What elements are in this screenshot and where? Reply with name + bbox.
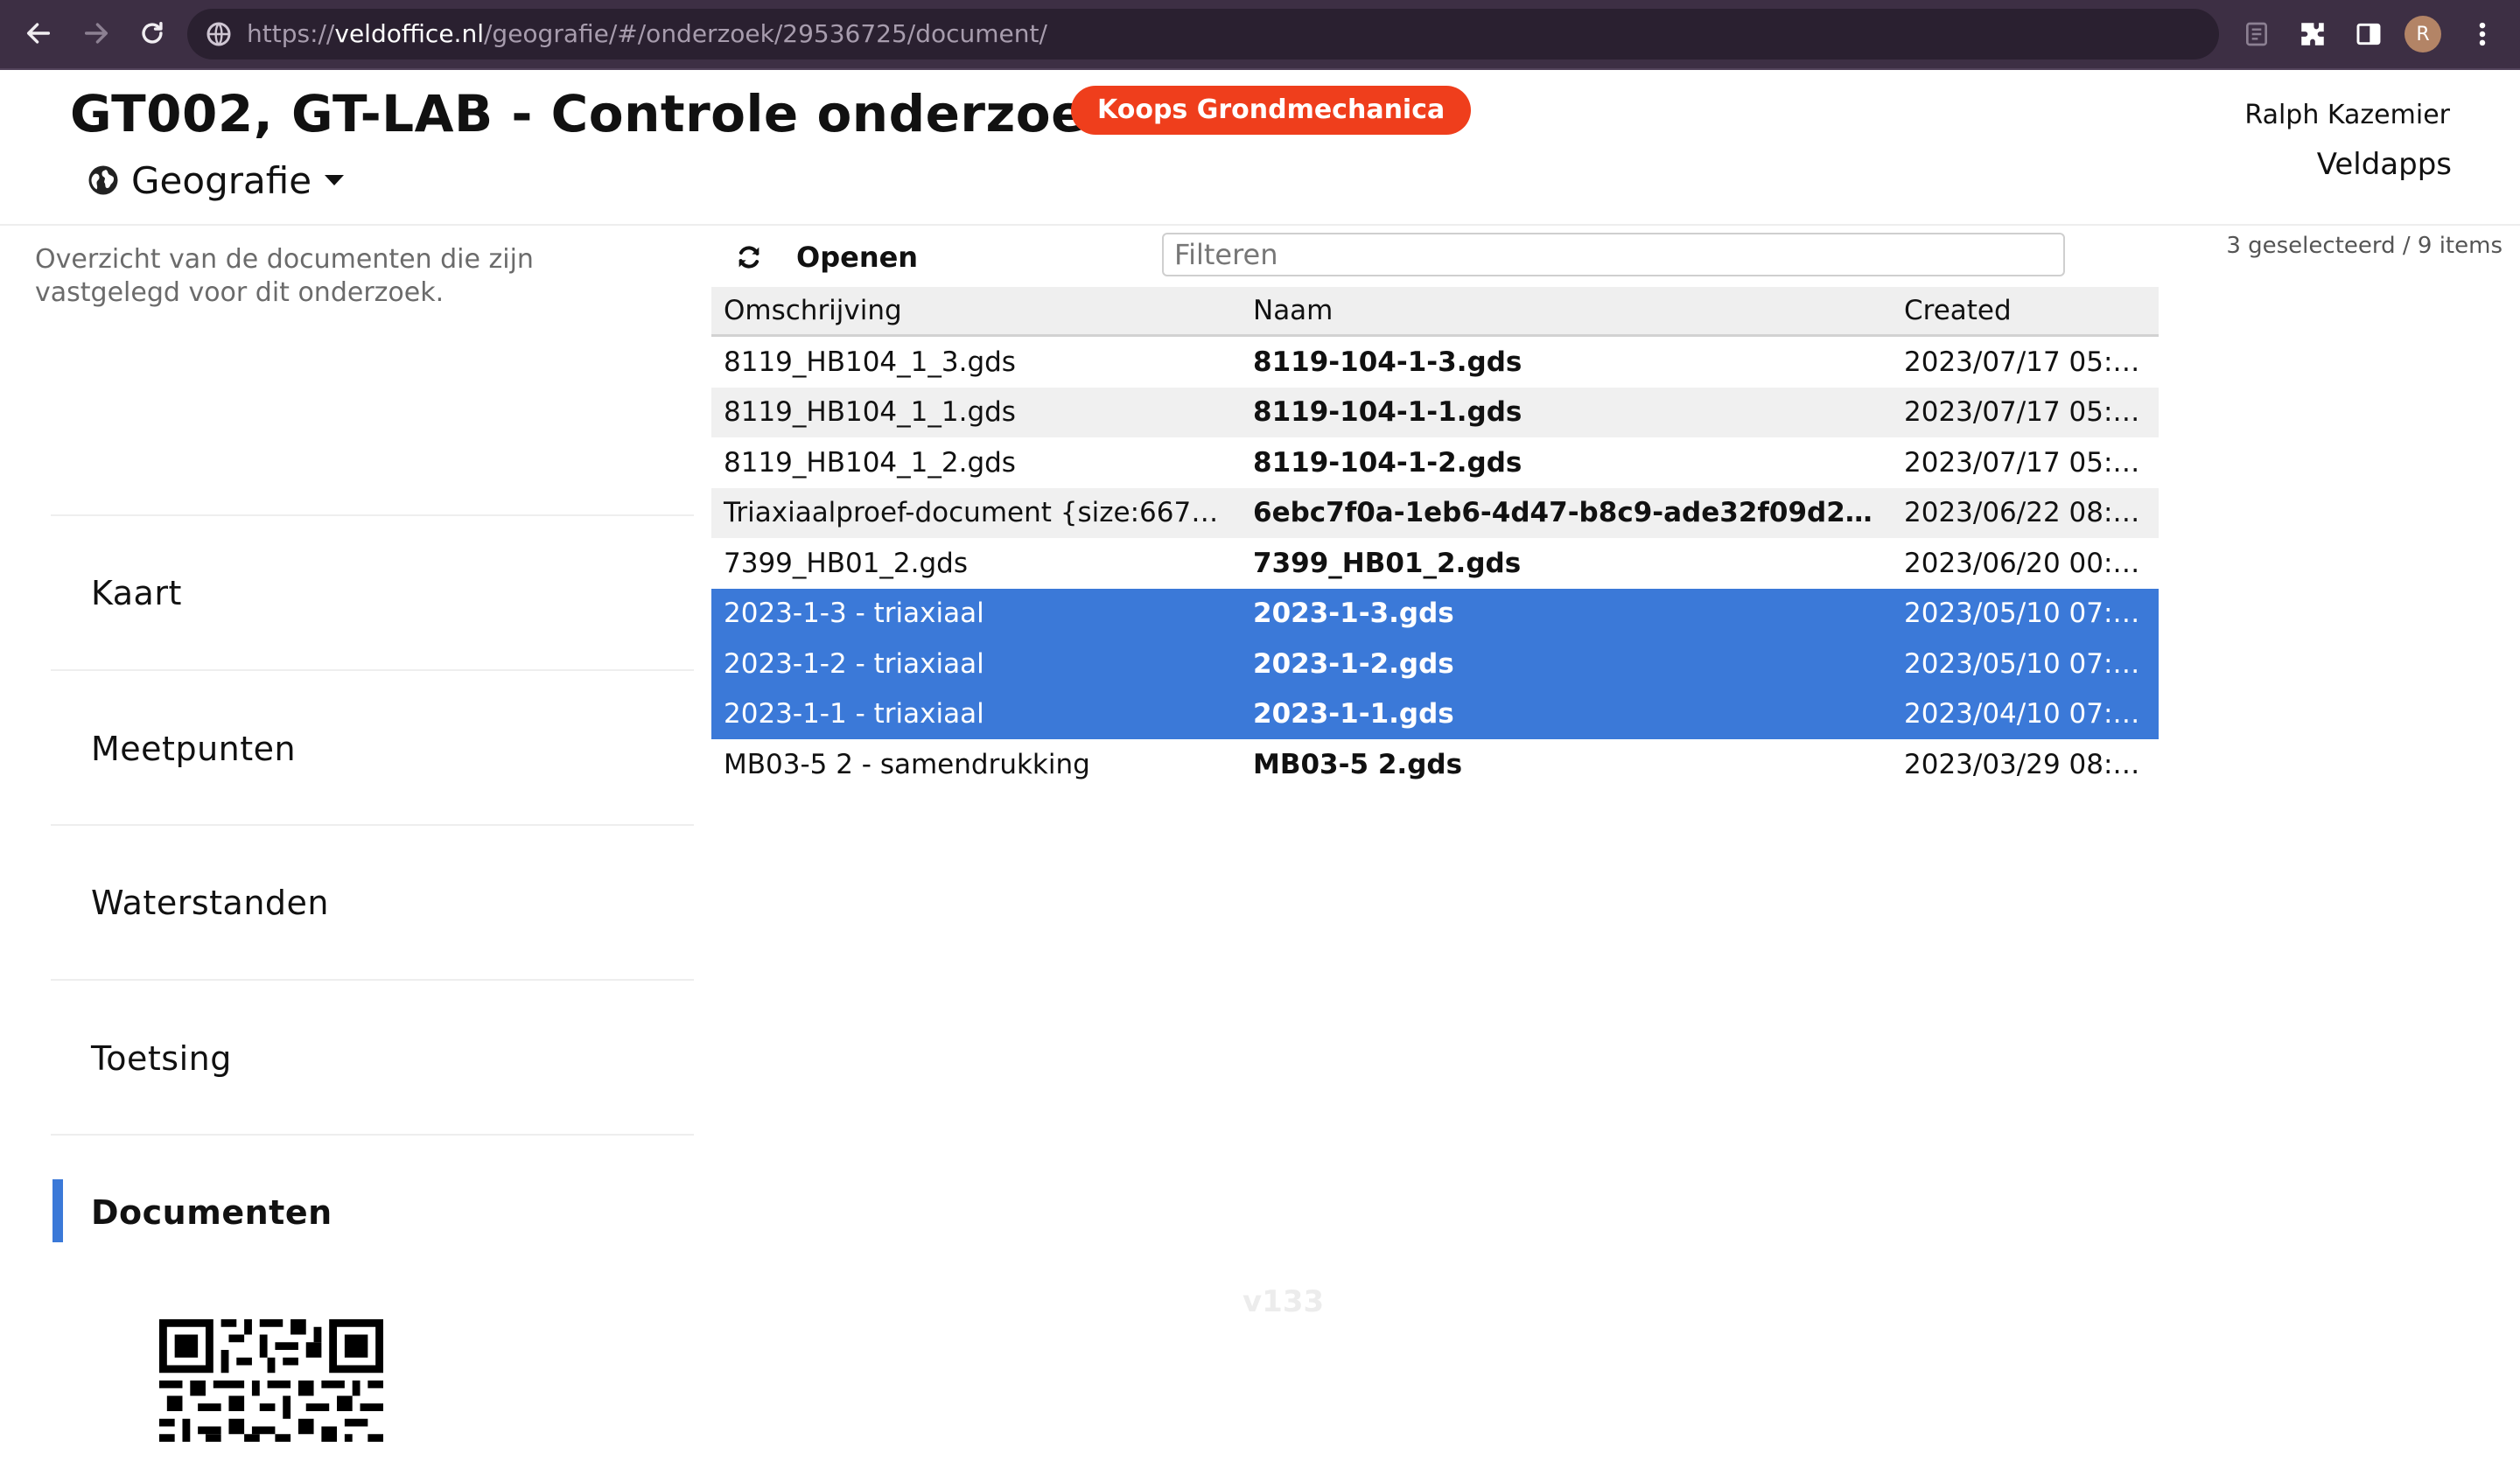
cell-naam: 2023-1-3.gds — [1241, 588, 1892, 639]
cell-created: 2023/06/20 00:43 — [1904, 547, 2147, 579]
cell-omschrijving: MB03-5 2 - samendrukking — [724, 748, 1090, 780]
cell-created: 2023/04/10 07:58 — [1892, 689, 2159, 739]
app-menu-label: Geografie — [131, 158, 312, 202]
cell-omschrijving: 8119_HB104_1_2.gds — [724, 446, 1016, 479]
table-row[interactable]: MB03-5 2 - samendrukking MB03-5 2.gds 20… — [711, 739, 2159, 790]
table-row-selected[interactable]: 2023-1-2 - triaxiaal 2023-1-2.gds 2023/0… — [711, 639, 2159, 689]
cell-omschrijving: 2023-1-1 - triaxiaal — [711, 689, 1241, 739]
cell-omschrijving: 2023-1-2 - triaxiaal — [711, 639, 1241, 689]
sidebar-item-kaart[interactable]: Kaart — [91, 567, 182, 619]
cell-omschrijving: 2023-1-3 - triaxiaal — [711, 588, 1241, 639]
cell-naam: 8119-104-1-2.gds — [1253, 446, 1522, 479]
cell-omschrijving: Triaxiaalproef-document {size:667827} — [711, 487, 1241, 538]
sidebar-divider — [51, 824, 694, 826]
url-text[interactable]: https://veldoffice.nl/geografie/#/onderz… — [247, 9, 1047, 59]
sidebar-divider — [51, 669, 694, 671]
cell-omschrijving: 8119_HB104_1_1.gds — [711, 387, 1241, 437]
url-prefix: https:// — [247, 19, 335, 48]
refresh-button[interactable] — [726, 234, 772, 280]
forward-arrow-icon[interactable] — [74, 10, 119, 56]
organization-name[interactable]: Veldapps — [2317, 147, 2452, 182]
version-label: v133 — [1242, 1284, 1325, 1319]
sidebar-divider — [51, 1134, 694, 1136]
sidebar-item-meetpunten[interactable]: Meetpunten — [91, 723, 296, 775]
page-title: GT002, GT-LAB - Controle onderzoek — [70, 84, 1121, 143]
caret-down-icon — [325, 175, 345, 185]
cell-created: 2023/03/29 08:11 — [1904, 748, 2147, 780]
profile-avatar[interactable]: R — [2404, 16, 2441, 52]
page-description: Overzicht van de documenten die zijn vas… — [35, 244, 534, 308]
selection-count: 3 geselecteerd / 9 items — [2226, 233, 2502, 259]
sidebar-divider — [51, 979, 694, 981]
table-row[interactable]: Triaxiaalproef-document {size:667827} 6e… — [711, 487, 2159, 538]
app-menu-dropdown[interactable]: Geografie — [88, 156, 345, 205]
header-divider — [0, 224, 2520, 226]
active-indicator — [52, 1179, 63, 1242]
column-header-naam[interactable]: Naam — [1241, 287, 1892, 337]
cell-naam: 8119-104-1-3.gds — [1253, 346, 1522, 378]
cell-created: 2023/07/17 05:41 — [1904, 346, 2147, 378]
cell-omschrijving: 8119_HB104_1_3.gds — [724, 346, 1016, 378]
cell-naam: 7399_HB01_2.gds — [1253, 547, 1522, 579]
url-path: /geografie/#/onderzoek/29536725/document… — [483, 19, 1047, 48]
documents-table: Omschrijving Naam Created 8119_HB104_1_3… — [711, 287, 2159, 790]
more-menu-icon[interactable] — [2462, 14, 2502, 54]
cell-naam: 8119-104-1-1.gds — [1241, 387, 1892, 437]
cell-created: 2023/05/10 07:39 — [1892, 639, 2159, 689]
table-row[interactable]: 8119_HB104_1_1.gds 8119-104-1-1.gds 2023… — [711, 387, 2159, 437]
cell-naam: MB03-5 2.gds — [1253, 748, 1463, 780]
url-host: veldoffice.nl — [334, 19, 484, 48]
cell-naam: 2023-1-2.gds — [1241, 639, 1892, 689]
table-row-selected[interactable]: 2023-1-3 - triaxiaal 2023-1-3.gds 2023/0… — [711, 588, 2159, 639]
side-panel-icon[interactable] — [2348, 14, 2389, 54]
column-header-omschrijving[interactable]: Omschrijving — [711, 287, 1241, 337]
site-info-icon[interactable] — [203, 18, 234, 50]
cell-created: 2023/06/22 08:21 — [1892, 487, 2159, 538]
table-header-row: Omschrijving Naam Created — [711, 287, 2159, 337]
user-name[interactable]: Ralph Kazemier — [2244, 100, 2450, 130]
sidebar-item-waterstanden[interactable]: Waterstanden — [91, 877, 329, 929]
table-row-selected[interactable]: 2023-1-1 - triaxiaal 2023-1-1.gds 2023/0… — [711, 689, 2159, 739]
cell-created: 2023/07/17 05:40 — [1904, 446, 2147, 479]
address-bar[interactable]: https://veldoffice.nl/geografie/#/onderz… — [187, 9, 2219, 59]
table-row[interactable]: 8119_HB104_1_3.gds 8119-104-1-3.gds 2023… — [711, 336, 2159, 388]
qr-code-icon — [159, 1319, 383, 1442]
sidebar-item-toetsing[interactable]: Toetsing — [91, 1032, 232, 1085]
filter-input[interactable] — [1162, 233, 2065, 276]
refresh-icon — [738, 246, 760, 269]
sidebar-item-documenten[interactable]: Documenten — [91, 1186, 332, 1239]
cell-omschrijving: 7399_HB01_2.gds — [724, 547, 968, 579]
sidebar-divider — [51, 514, 694, 516]
column-header-created[interactable]: Created — [1892, 287, 2159, 337]
cell-created: 2023/07/17 05:41 — [1892, 387, 2159, 437]
cell-created: 2023/05/10 07:39 — [1892, 588, 2159, 639]
table-row[interactable]: 7399_HB01_2.gds 7399_HB01_2.gds 2023/06/… — [711, 538, 2159, 589]
cell-naam: 6ebc7f0a-1eb6-4d47-b8c9-ade32f09d213.j… — [1241, 487, 1892, 538]
back-arrow-icon[interactable] — [16, 10, 61, 56]
reload-icon[interactable] — [130, 10, 175, 56]
company-badge: Koops Grondmechanica — [1071, 86, 1472, 135]
table-row[interactable]: 8119_HB104_1_2.gds 8119-104-1-2.gds 2023… — [711, 437, 2159, 488]
extensions-icon[interactable] — [2292, 14, 2333, 54]
cell-naam: 2023-1-1.gds — [1241, 689, 1892, 739]
open-button[interactable]: Openen — [796, 234, 918, 280]
reader-mode-icon[interactable] — [2236, 14, 2277, 54]
browser-toolbar: https://veldoffice.nl/geografie/#/onderz… — [0, 0, 2520, 70]
globe-icon — [88, 165, 118, 195]
